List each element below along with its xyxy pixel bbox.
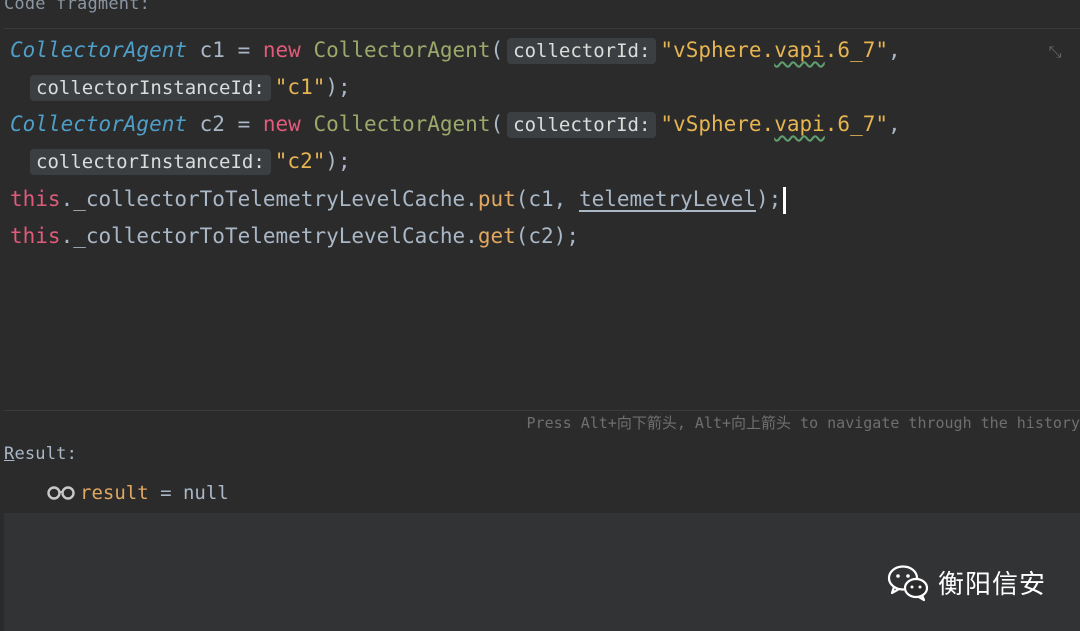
param-hint: collectorId:: [507, 112, 657, 138]
new-keyword: new: [262, 112, 301, 136]
result-row[interactable]: result = null: [4, 473, 1080, 513]
watermark: 衡阳信安: [886, 559, 1046, 605]
code-line-4: collectorInstanceId: "c2");: [26, 146, 351, 176]
end-token: );: [325, 75, 351, 99]
field-token: ._collectorToTelemetryLevelCache.: [60, 224, 478, 248]
class-token: CollectorAgent: [10, 38, 188, 62]
code-editor[interactable]: ⤡ CollectorAgent c1 = new CollectorAgent…: [4, 28, 1080, 411]
args-token: (c1,: [515, 187, 579, 211]
code-line-5: this._collectorToTelemetryLevelCache.put…: [10, 184, 787, 214]
result-panel: result = null: [4, 473, 1080, 631]
ctor-token: CollectorAgent: [300, 112, 491, 136]
result-value: null: [182, 482, 229, 504]
param-hint: collectorInstanceId:: [30, 75, 271, 101]
history-hint: Press Alt+向下箭头, Alt+向上箭头 to navigate thr…: [526, 414, 1080, 432]
this-keyword: this: [10, 224, 61, 248]
code-line-1: CollectorAgent c1 = new CollectorAgent(c…: [10, 35, 901, 65]
class-token: CollectorAgent: [10, 112, 188, 136]
args-token: (c2);: [515, 224, 579, 248]
text-caret: [783, 186, 787, 214]
comma-token: ,: [888, 112, 901, 136]
new-keyword: new: [262, 38, 301, 62]
result-var-name: result: [80, 482, 149, 504]
result-label: Result:: [4, 444, 78, 464]
method-token: put: [477, 187, 516, 211]
code-line-6: this._collectorToTelemetryLevelCache.get…: [10, 221, 579, 251]
result-text: result = null: [80, 480, 229, 506]
method-token: get: [477, 224, 516, 248]
code-line-2: collectorInstanceId: "c1");: [26, 72, 351, 102]
paren-token: (: [490, 38, 504, 62]
result-eq: =: [148, 482, 183, 504]
string-token: "vSphere.vapi.6_7": [660, 38, 888, 62]
ctor-token: CollectorAgent: [300, 38, 491, 62]
collapse-icon[interactable]: ⤡: [1044, 41, 1066, 63]
end-token: );: [755, 187, 782, 211]
comma-token: ,: [888, 38, 901, 62]
paren-token: (: [490, 112, 504, 136]
code-fragment-label: Code fragment:: [4, 0, 151, 14]
field-token: ._collectorToTelemetryLevelCache.: [60, 187, 478, 211]
var-token: c2 =: [187, 112, 263, 136]
this-keyword: this: [10, 187, 61, 211]
code-line-3: CollectorAgent c2 = new CollectorAgent(c…: [10, 109, 901, 139]
param-hint: collectorInstanceId:: [30, 149, 271, 175]
wechat-icon: [887, 565, 929, 602]
end-token: );: [325, 149, 351, 173]
string-token: "vSphere.vapi.6_7": [660, 112, 888, 136]
param-hint: collectorId:: [507, 38, 657, 64]
var-token: c1 =: [187, 38, 263, 62]
watch-glasses-icon: [47, 486, 75, 500]
string-token: "c1": [274, 75, 326, 99]
string-token: "c2": [274, 149, 326, 173]
watermark-text: 衡阳信安: [938, 569, 1047, 600]
underlined-arg: telemetryLevel: [578, 187, 756, 211]
